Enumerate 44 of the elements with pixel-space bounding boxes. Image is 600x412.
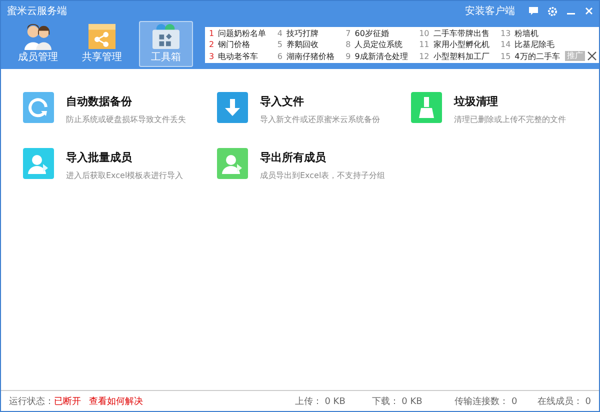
close-icon[interactable] xyxy=(587,51,597,61)
online-stat: 在线成员： 0 xyxy=(537,396,591,408)
download-stat: 下载： 0 KB xyxy=(372,396,424,408)
ad-link[interactable]: 12 小型塑料加工厂 xyxy=(419,50,494,62)
tool-description: 清理已删除或上传不完整的文件 xyxy=(454,114,566,125)
person-icon[interactable] xyxy=(217,148,248,179)
ad-badge: 推广 xyxy=(565,51,585,61)
ad-link[interactable]: 2 钢门价格 xyxy=(209,39,272,51)
tool-description: 防止系统或硬盘损坏导致文件丢失 xyxy=(66,114,186,125)
upload-stat: 上传： 0 KB xyxy=(294,396,346,408)
refresh-icon[interactable] xyxy=(23,92,54,123)
tool-title[interactable]: 导出所有成员 xyxy=(260,150,386,165)
ad-link[interactable]: 1 问题奶粉名单 xyxy=(209,28,272,40)
ad-link[interactable]: 10 二手车带牌出售 xyxy=(419,28,494,40)
status-value: 已断开 xyxy=(54,396,81,408)
ad-link[interactable]: 15 4万的二手车 xyxy=(500,50,565,62)
tool-title[interactable]: 导入文件 xyxy=(260,94,380,109)
message-icon[interactable] xyxy=(529,7,538,15)
connections-stat: 传输连接数： 0 xyxy=(454,396,518,408)
ad-link[interactable]: 14 比基尼除毛 xyxy=(500,39,565,51)
tool-title[interactable]: 自动数据备份 xyxy=(66,94,186,109)
broom-icon[interactable] xyxy=(411,92,442,123)
ad-link[interactable]: 3 电动老爷车 xyxy=(209,50,272,62)
people-icon xyxy=(23,23,53,50)
status-label: 运行状态： xyxy=(9,396,54,408)
tool-title[interactable]: 导入批量成员 xyxy=(66,150,184,165)
ad-link[interactable]: 4 技巧打牌 xyxy=(277,28,340,40)
ad-link[interactable]: 13 粉墙机 xyxy=(500,28,565,40)
ad-link[interactable]: 7 60岁征婚 xyxy=(346,28,414,40)
toolbox-icon xyxy=(151,23,181,50)
tool-description: 进入后获取Excel模板表进行导入 xyxy=(66,170,184,181)
tool-description: 成员导出到Excel表，不支持子分组 xyxy=(260,170,386,181)
settings-icon[interactable] xyxy=(548,6,557,16)
help-link[interactable]: 查看如何解决 xyxy=(89,394,143,408)
window-title: 蜜米云服务端 xyxy=(7,4,68,18)
ad-link[interactable]: 9 9成新清仓处理 xyxy=(346,50,414,62)
person-icon[interactable] xyxy=(23,148,54,179)
share-folder-icon xyxy=(87,23,117,50)
ad-link[interactable]: 8 人员定位系统 xyxy=(346,39,414,51)
ad-link[interactable]: 5 养鹅回收 xyxy=(277,39,340,51)
ad-link[interactable]: 11 家用小型孵化机 xyxy=(419,39,494,51)
ad-link[interactable]: 6 湖南仔猪价格 xyxy=(277,50,340,62)
tool-description: 导入新文件或还原蜜米云系统备份 xyxy=(260,114,380,125)
tool-title[interactable]: 垃圾清理 xyxy=(454,94,566,109)
